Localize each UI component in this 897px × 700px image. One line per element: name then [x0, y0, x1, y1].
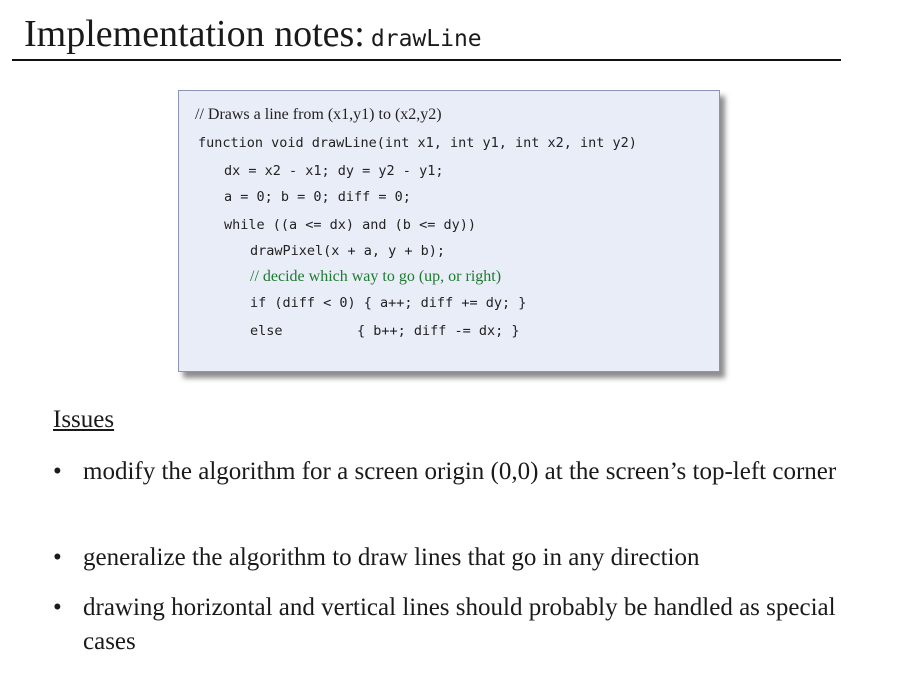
code-line-while: while ((a <= dx) and (b <= dy)) [224, 217, 476, 233]
bullet-dot-icon: • [53, 458, 62, 485]
bullet-dot-icon: • [53, 544, 62, 571]
bullet-text: modify the algorithm for a screen origin… [83, 458, 837, 485]
code-line-if: if (diff < 0) { a++; diff += dy; } [250, 295, 527, 311]
code-box: // Draws a line from (x1,y1) to (x2,y2) … [178, 90, 720, 372]
slide-title: Implementation notes: drawLine [24, 10, 482, 63]
code-line-init: a = 0; b = 0; diff = 0; [224, 189, 411, 205]
code-comment-decide: // decide which way to go (up, or right) [250, 268, 502, 285]
code-comment-header: // Draws a line from (x1,y1) to (x2,y2) [195, 106, 442, 123]
code-signature: function void drawLine(int x1, int y1, i… [198, 135, 637, 151]
title-rule [12, 59, 841, 61]
bullet-item: • modify the algorithm for a screen orig… [53, 455, 843, 489]
slide-title-text: Implementation notes: [24, 13, 365, 55]
bullet-item: • generalize the algorithm to draw lines… [53, 541, 843, 575]
slide-title-code: drawLine [370, 26, 482, 52]
bullet-text: drawing horizontal and vertical lines sh… [83, 594, 836, 655]
code-line-else-body: { b++; diff -= dx; } [357, 323, 520, 339]
code-line-drawpixel: drawPixel(x + a, y + b); [250, 243, 446, 259]
code-line-else-keyword: else [250, 323, 283, 339]
code-line-dx-dy: dx = x2 - x1; dy = y2 - y1; [224, 163, 444, 179]
bullet-dot-icon: • [53, 594, 62, 621]
issues-heading: Issues [53, 406, 115, 433]
bullet-text: generalize the algorithm to draw lines t… [83, 544, 700, 571]
bullet-item: • drawing horizontal and vertical lines … [53, 591, 843, 659]
